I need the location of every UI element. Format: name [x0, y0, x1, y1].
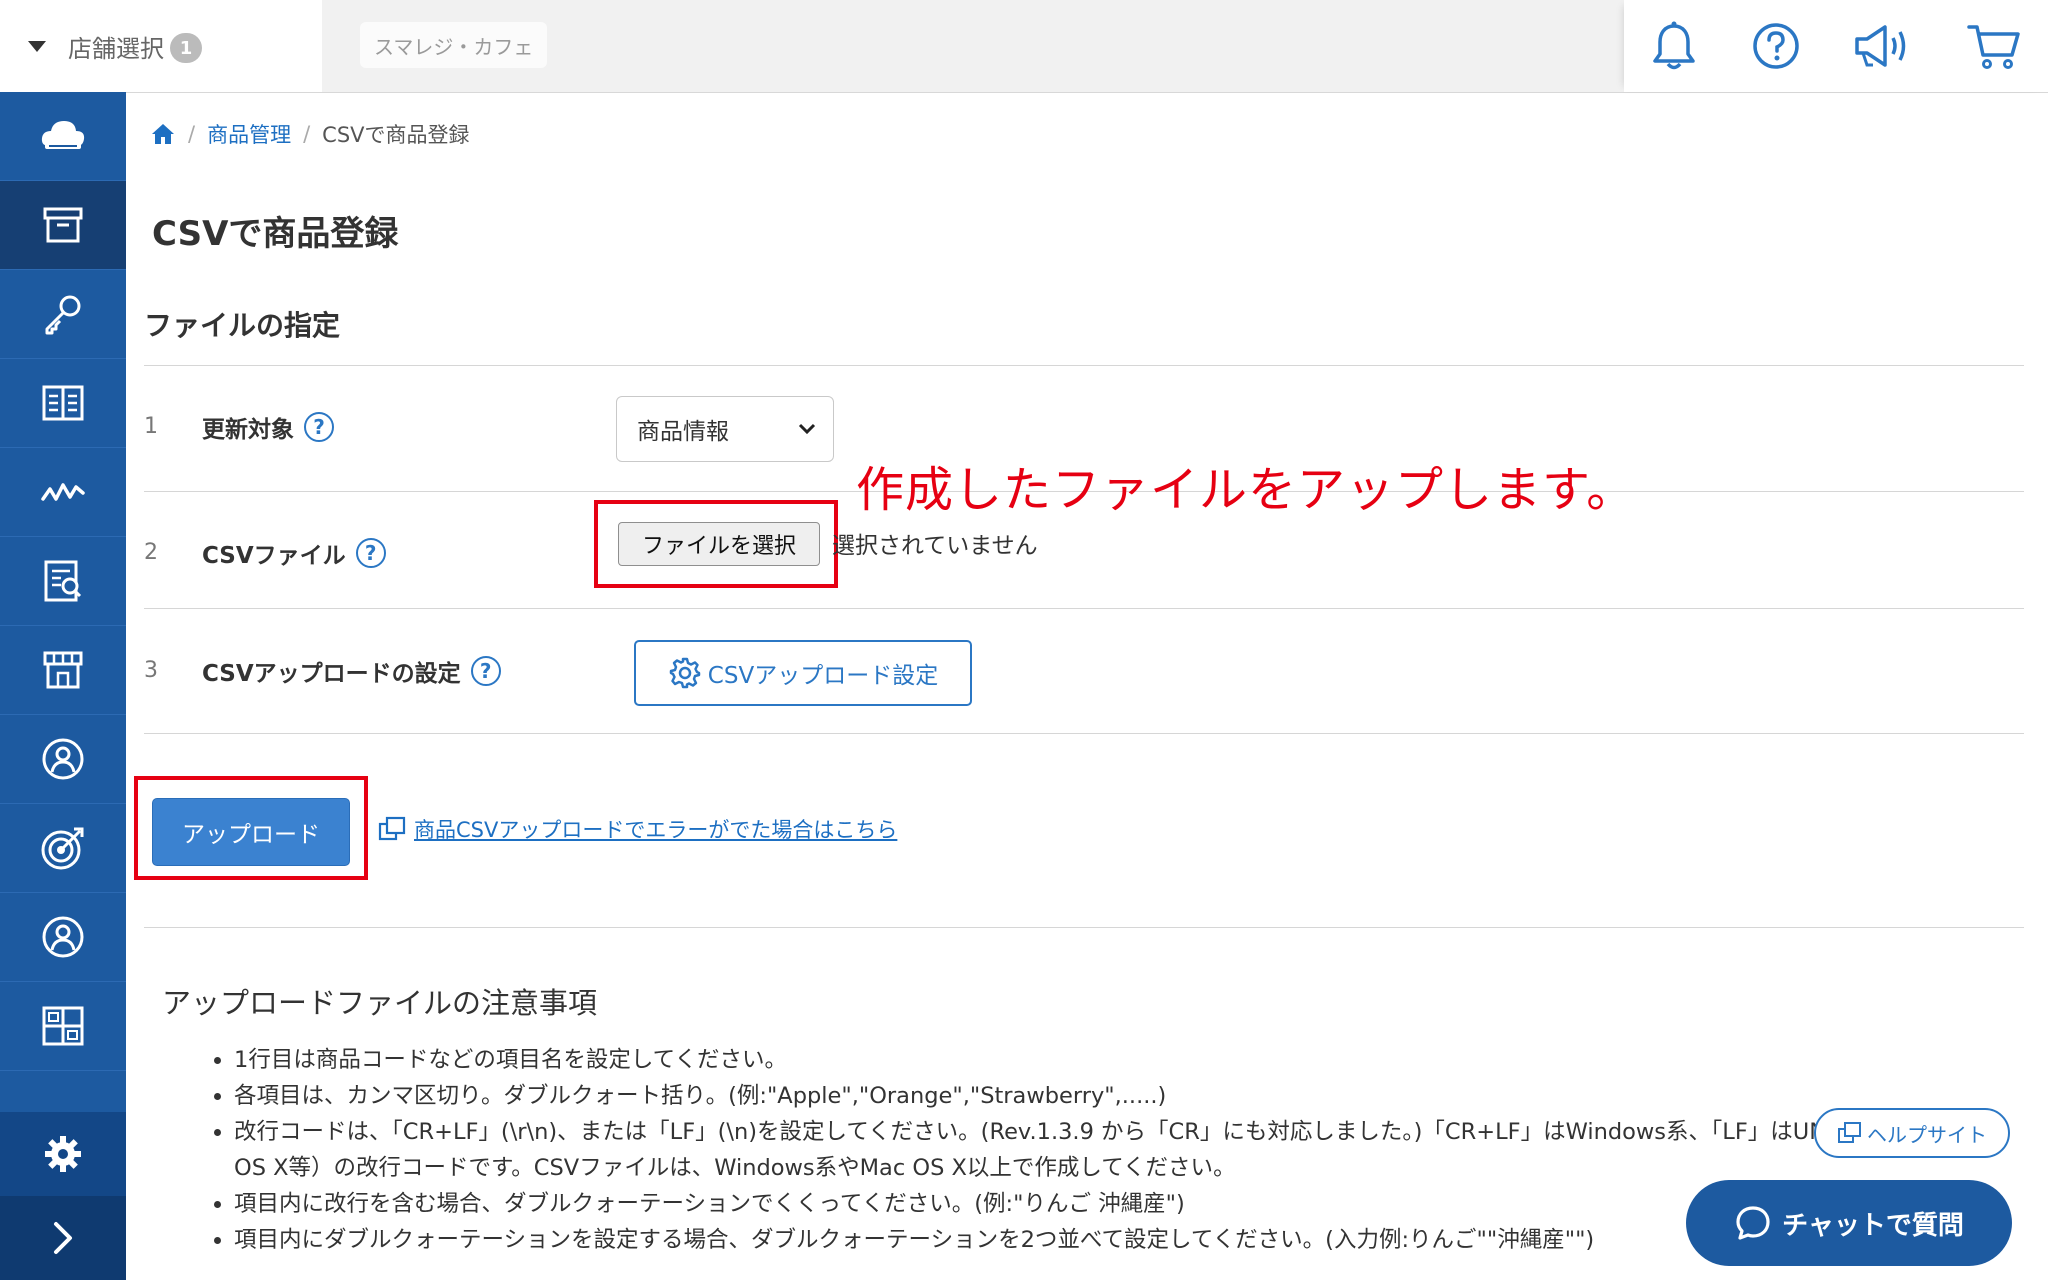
caret-down-icon: [28, 40, 46, 52]
help-site-button[interactable]: ヘルプサイト: [1814, 1108, 2010, 1158]
sidebar-item-home[interactable]: [0, 92, 126, 181]
breadcrumb-separator: /: [188, 122, 196, 146]
store-icon: [43, 651, 83, 689]
chevron-down-icon: [798, 423, 816, 435]
key-icon: [45, 295, 81, 335]
sidebar-expand[interactable]: [0, 1196, 126, 1280]
store-name-chip: スマレジ・カフェ: [360, 22, 548, 68]
upload-settings-label: CSVアップロードの設定: [202, 661, 461, 687]
divider: [144, 733, 2024, 734]
section-title: ファイルの指定: [144, 309, 341, 342]
row-number: 3: [144, 658, 158, 683]
list-item: 改行コードは、「CR+LF」(\r\n)、または「LF」(\n)を設定してくださ…: [234, 1114, 1954, 1186]
home-icon[interactable]: [150, 122, 176, 146]
help-icon[interactable]: [1751, 21, 1801, 71]
row-label-settings: CSVアップロードの設定 ?: [202, 654, 501, 688]
target-icon: [41, 827, 84, 870]
settings-gear-icon: [45, 1136, 81, 1172]
sidebar-settings[interactable]: [0, 1112, 126, 1196]
error-help-link[interactable]: 商品CSVアップロードでエラーがでた場合はこちら: [378, 814, 897, 844]
report-icon: [44, 560, 82, 602]
row-number: 2: [144, 540, 158, 565]
divider: [144, 365, 2024, 366]
divider: [144, 927, 2024, 928]
gear-icon: [669, 657, 701, 689]
breadcrumb-separator: /: [303, 122, 311, 146]
cloud-home-icon: [41, 121, 85, 149]
sidebar: [0, 92, 126, 1280]
question-icon[interactable]: ?: [304, 412, 334, 442]
target-label: 更新対象: [202, 417, 294, 443]
sidebar-item-products[interactable]: [0, 181, 126, 270]
row-label-csv: CSVファイル ?: [202, 536, 386, 570]
file-status: 選択されていません: [832, 533, 1038, 559]
store-selector[interactable]: 店舗選択 1: [0, 0, 323, 92]
apps-icon: [42, 1006, 84, 1046]
chat-label: チャットで質問: [1782, 1210, 1964, 1241]
bell-icon[interactable]: [1650, 20, 1698, 72]
target-select-value: 商品情報: [637, 419, 729, 445]
choose-file-button[interactable]: ファイルを選択: [618, 522, 820, 566]
row-number: 1: [144, 414, 158, 439]
chat-button[interactable]: チャットで質問: [1686, 1180, 2012, 1266]
cart-icon[interactable]: [1966, 21, 2022, 71]
chat-bubble-icon: [1736, 1206, 1770, 1240]
divider: [144, 608, 2024, 609]
book-icon: [42, 385, 84, 421]
list-item: 1行目は商品コードなどの項目名を設定してください。: [234, 1042, 1954, 1078]
external-link-icon: [1838, 1122, 1861, 1143]
sidebar-item-report[interactable]: [0, 537, 126, 626]
sidebar-item-sales[interactable]: [0, 448, 126, 537]
csv-upload-settings-label: CSVアップロード設定: [707, 663, 939, 689]
question-icon[interactable]: ?: [355, 538, 386, 568]
sidebar-item-key[interactable]: [0, 270, 126, 359]
expand-chevron-icon: [54, 1222, 72, 1254]
sidebar-item-customer[interactable]: [0, 715, 126, 804]
breadcrumb-products-link[interactable]: 商品管理: [207, 119, 291, 149]
sidebar-item-store[interactable]: [0, 626, 126, 715]
store-count-badge: 1: [170, 33, 202, 63]
csv-upload-settings-button[interactable]: CSVアップロード設定: [634, 640, 972, 706]
target-select[interactable]: 商品情報: [616, 396, 834, 462]
help-site-label: ヘルプサイト: [1867, 1122, 1987, 1147]
row-label-target: 更新対象 ?: [202, 410, 334, 444]
sidebar-item-book[interactable]: [0, 359, 126, 448]
store-selector-label: 店舗選択: [68, 34, 164, 63]
sidebar-item-target[interactable]: [0, 804, 126, 893]
upload-button[interactable]: アップロード: [152, 798, 350, 866]
breadcrumb: / 商品管理 / CSVで商品登録: [150, 118, 470, 150]
page-title: CSVで商品登録: [152, 214, 399, 254]
sales-chart-icon: [41, 483, 85, 501]
annotation-text: 作成したファイルをアップします。: [856, 462, 1636, 518]
external-link-icon: [378, 816, 406, 841]
notes-title: アップロードファイルの注意事項: [162, 986, 598, 1020]
breadcrumb-current: CSVで商品登録: [322, 123, 470, 147]
csv-file-label: CSVファイル: [202, 543, 346, 569]
question-icon[interactable]: ?: [470, 656, 501, 686]
product-box-icon: [43, 207, 83, 243]
customer-icon: [42, 738, 84, 780]
error-help-link-text: 商品CSVアップロードでエラーがでた場合はこちら: [414, 818, 898, 842]
staff-icon: [42, 916, 84, 958]
sidebar-item-apps[interactable]: [0, 982, 126, 1071]
sidebar-bottom: [0, 1112, 126, 1280]
megaphone-icon[interactable]: [1853, 21, 1913, 71]
sidebar-item-staff[interactable]: [0, 893, 126, 982]
list-item: 各項目は、カンマ区切り。ダブルクォート括り。(例:"Apple","Orange…: [234, 1078, 1954, 1114]
header-icons: [1624, 0, 2048, 92]
